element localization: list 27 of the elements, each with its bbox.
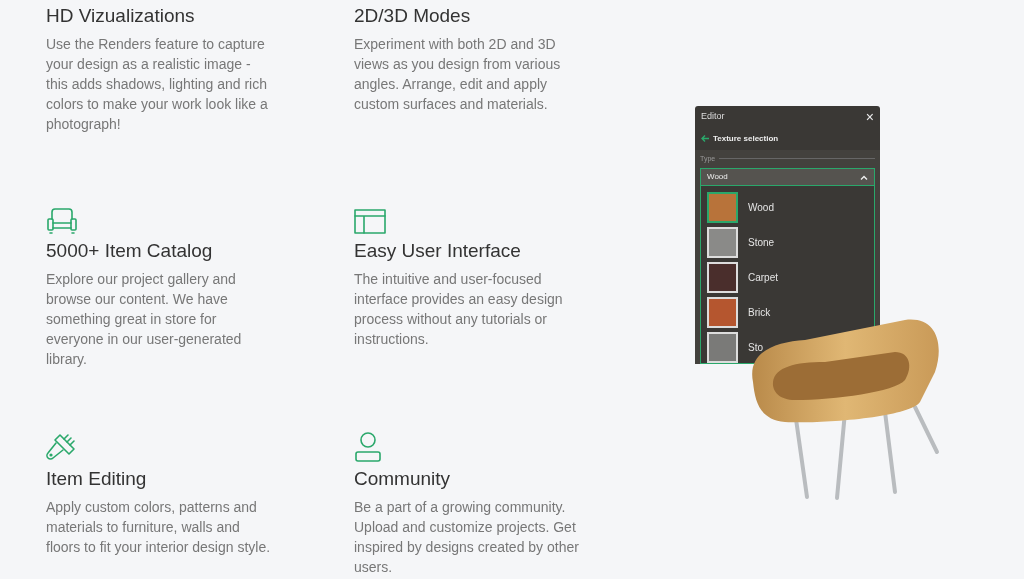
feature-title: HD Vizualizations (46, 4, 196, 28)
type-dropdown[interactable]: Wood (700, 168, 875, 186)
feature-description: Be a part of a growing community. Upload and customize projects. Get inspired by designs created by other users. (354, 498, 580, 577)
feature-title: Item Editing (46, 467, 148, 491)
texture-swatch[interactable] (707, 192, 738, 223)
close-button[interactable]: × (865, 109, 874, 124)
feature-description: Use the Renders feature to capture your design as a realistic image - this adds shadows, lighting and rich colors to make your work look like a photograph! (46, 35, 269, 134)
user-icon (354, 431, 382, 463)
feature-description: The intuitive and user-focused interface provides an easy design process without any tutorials or instructions. (354, 270, 564, 349)
feature-description: Apply custom colors, patterns and materials to furniture, walls and floors to fit your interior design style. (46, 498, 272, 557)
feature-title: 5000+ Item Catalog (46, 239, 214, 263)
texture-label[interactable]: Brick (748, 305, 771, 320)
feature-description: Explore our project gallery and browse our content. We have something great in store for everyone in our user-generated library. (46, 270, 243, 369)
texture-label[interactable]: Sto (748, 340, 763, 355)
armchair-icon (46, 207, 78, 235)
feature-title: 2D/3D Modes (354, 4, 472, 28)
panel-subtitle: Texture selection (713, 132, 779, 145)
texture-label[interactable]: Wood (748, 200, 774, 215)
feature-title: Easy User Interface (354, 239, 522, 263)
back-arrow-icon[interactable] (701, 135, 709, 143)
feature-description: Experiment with both 2D and 3D views as you design from various angles. Arrange, edit and apply custom surfaces and materials. (354, 35, 562, 114)
panel-title: Editor (701, 110, 725, 124)
texture-label[interactable]: Stone (748, 235, 775, 250)
paintbrush-icon (46, 431, 78, 463)
texture-label[interactable]: Carpet (748, 270, 778, 285)
feature-title: Community (354, 467, 452, 491)
layout-icon (354, 209, 386, 235)
